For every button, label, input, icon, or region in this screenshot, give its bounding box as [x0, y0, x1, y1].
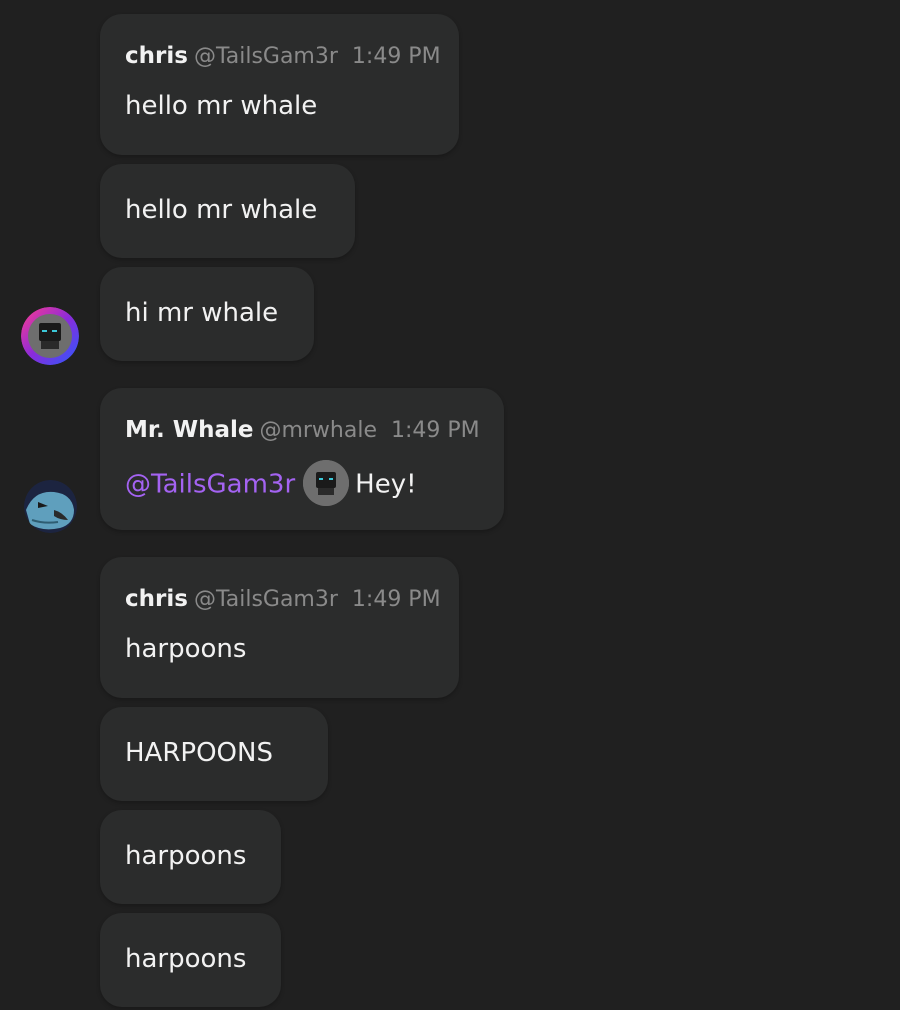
message-bubble[interactable]: harpoons — [100, 913, 281, 1007]
message-body: Hey! — [355, 469, 417, 500]
mention-avatar-icon — [303, 460, 350, 506]
author-name[interactable]: Mr. Whale — [125, 417, 253, 443]
author-handle[interactable]: @TailsGam3r — [194, 587, 338, 612]
message-text: harpoons — [125, 634, 247, 664]
author-handle[interactable]: @TailsGam3r — [194, 44, 338, 69]
message-bubble[interactable]: chris @TailsGam3r 1:49 PM harpoons — [100, 557, 459, 698]
message-text: @TailsGam3r Hey! — [125, 460, 417, 508]
author-handle[interactable]: @mrwhale — [259, 418, 377, 443]
message-bubble[interactable]: harpoons — [100, 810, 281, 904]
message-text: harpoons — [125, 841, 247, 871]
message-timestamp: 1:49 PM — [391, 418, 480, 443]
message-text: HARPOONS — [125, 738, 273, 768]
message-bubble[interactable]: hello mr whale — [100, 164, 355, 258]
message-timestamp: 1:49 PM — [351, 44, 441, 69]
chris-avatar-icon[interactable] — [21, 307, 79, 365]
message-header: chris @TailsGam3r 1:49 PM — [125, 41, 441, 72]
message-bubble[interactable]: hi mr whale — [100, 267, 314, 361]
message-text: hello mr whale — [125, 91, 318, 121]
message-text: hi mr whale — [125, 298, 279, 328]
message-bubble[interactable]: chris @TailsGam3r 1:49 PM hello mr whale — [100, 14, 459, 155]
message-bubble[interactable]: Mr. Whale @mrwhale 1:49 PM @TailsGam3r Hey! — [100, 388, 504, 530]
mrwhale-avatar-icon[interactable] — [24, 480, 77, 533]
message-bubble[interactable]: HARPOONS — [100, 707, 328, 801]
author-name[interactable]: chris — [125, 586, 188, 612]
chat-log: chris @TailsGam3r 1:49 PM hello mr whale h… — [0, 0, 900, 1010]
message-text: harpoons — [125, 944, 247, 974]
message-text: hello mr whale — [125, 195, 318, 225]
user-mention[interactable]: @TailsGam3r — [125, 470, 295, 500]
message-header: Mr. Whale @mrwhale 1:49 PM — [125, 415, 480, 446]
author-name[interactable]: chris — [125, 43, 188, 69]
message-header: chris @TailsGam3r 1:49 PM — [125, 584, 441, 615]
message-timestamp: 1:49 PM — [351, 587, 441, 612]
